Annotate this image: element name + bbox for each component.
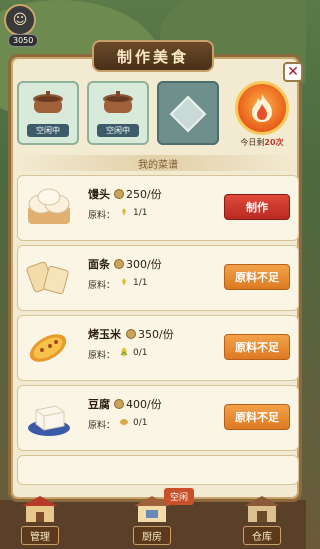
- noodles-icon: [26, 261, 69, 295]
- nav-manage[interactable]: 管理: [10, 494, 70, 546]
- roast-corn-icon: [29, 334, 67, 362]
- recipe-price: 350/份: [126, 326, 174, 342]
- cooking-panel: 空闲中 空闲中 今日剩20次 我的菜谱 馒头 250/份 原料： 1/1 制作 …: [8, 54, 302, 502]
- insufficient-button[interactable]: 原料不足: [224, 334, 290, 360]
- ingredient-label: 原料：: [88, 351, 116, 361]
- close-button[interactable]: ✕: [283, 62, 303, 82]
- fire-boost: 今日剩20次: [227, 81, 297, 151]
- coin-icon: [114, 399, 124, 409]
- nav-warehouse-label: 仓库: [243, 526, 281, 545]
- coin-icon: [114, 259, 124, 269]
- coin-icon: [114, 189, 124, 199]
- locked-slot-icon: [169, 95, 207, 133]
- recipe-item: 豆腐 400/份 原料： 0/1 原料不足: [17, 385, 299, 451]
- ingredient-count: 1/1: [133, 208, 148, 218]
- recipe-price: 300/份: [114, 256, 162, 272]
- ingredient-count: 0/1: [133, 348, 148, 358]
- insufficient-button[interactable]: 原料不足: [224, 404, 290, 430]
- kitchen-building-icon: [134, 496, 170, 522]
- tofu-icon: [28, 405, 70, 436]
- ingredient-count: 0/1: [133, 418, 148, 428]
- pot-icon: [103, 91, 133, 113]
- pot-slot-locked[interactable]: [157, 81, 219, 145]
- nav-kitchen[interactable]: 厨房: [122, 494, 182, 546]
- nav-kitchen-label: 厨房: [133, 526, 171, 545]
- pot-status: 空闲中: [27, 124, 69, 137]
- nav-manage-label: 管理: [21, 526, 59, 545]
- flame-icon: [252, 94, 272, 122]
- close-icon: ✕: [287, 64, 299, 80]
- soybean-icon: [120, 419, 128, 425]
- warehouse-building-icon: [244, 496, 280, 522]
- steamed-bun-icon: [28, 188, 70, 224]
- nav-warehouse[interactable]: 仓库: [232, 494, 292, 546]
- ingredient-label: 原料：: [88, 281, 116, 291]
- fire-button[interactable]: [235, 81, 289, 135]
- make-button[interactable]: 制作: [224, 194, 290, 220]
- recipe-item-partial: [17, 455, 299, 485]
- coin-icon: [126, 329, 136, 339]
- recipe-item: 烤玉米 350/份 原料： 0/1 原料不足: [17, 315, 299, 381]
- recipe-name: 豆腐: [88, 398, 110, 411]
- corn-icon: [120, 347, 128, 357]
- recipe-item: 面条 300/份 原料： 1/1 原料不足: [17, 245, 299, 311]
- ingredient-count: 1/1: [133, 278, 148, 288]
- pots-row: 空闲中 空闲中 今日剩20次: [17, 81, 297, 151]
- bottom-navigation: 管理 厨房 仓库: [0, 490, 306, 549]
- ingredient-label: 原料：: [88, 421, 116, 431]
- recipe-name: 烤玉米: [88, 328, 121, 341]
- insufficient-button[interactable]: 原料不足: [224, 264, 290, 290]
- player-avatar[interactable]: ☺: [4, 4, 36, 36]
- page-title: 制作美食: [92, 40, 214, 72]
- coin-counter: 3050: [8, 34, 39, 47]
- recipe-price: 250/份: [114, 186, 162, 202]
- menu-section-title: 我的菜谱: [17, 155, 299, 171]
- pot-status: 空闲中: [97, 124, 139, 137]
- recipe-name: 面条: [88, 258, 110, 271]
- recipe-price: 400/份: [114, 396, 162, 412]
- wheat-icon: [122, 208, 126, 216]
- recipe-item: 馒头 250/份 原料： 1/1 制作: [17, 175, 299, 241]
- manage-building-icon: [22, 496, 58, 522]
- remaining-uses: 今日剩20次: [240, 138, 284, 147]
- pot-slot-1[interactable]: 空闲中: [17, 81, 79, 145]
- pot-slot-2[interactable]: 空闲中: [87, 81, 149, 145]
- recipe-list: 馒头 250/份 原料： 1/1 制作 面条 300/份 原料： 1/1 原料不…: [17, 175, 299, 489]
- recipe-name: 馒头: [88, 188, 110, 201]
- wheat-icon: [122, 278, 126, 286]
- pot-icon: [33, 91, 63, 113]
- ingredient-label: 原料：: [88, 211, 116, 221]
